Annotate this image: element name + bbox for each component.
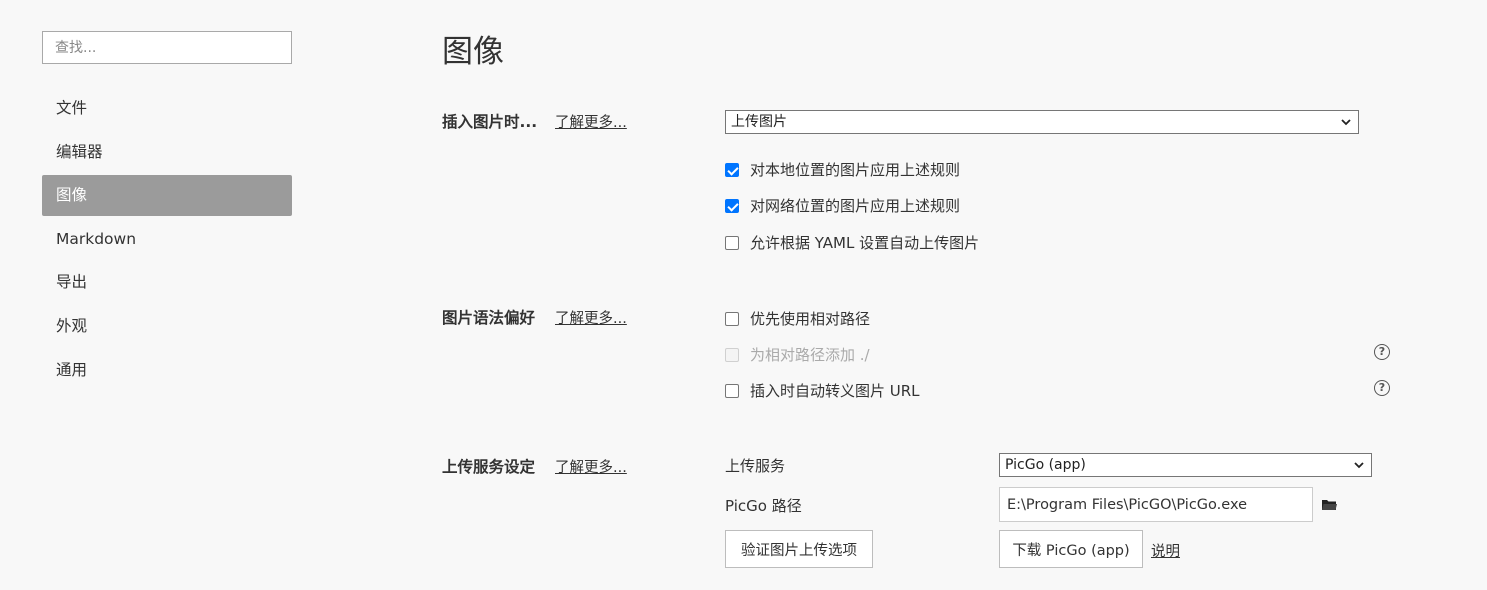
prefer-relative-label: 优先使用相对路径 (750, 310, 871, 328)
sidebar-item-general[interactable]: 通用 (42, 350, 292, 391)
prefer-relative-checkbox[interactable] (725, 311, 739, 326)
help-link[interactable]: 说明 (1151, 540, 1180, 561)
verify-upload-button[interactable]: 验证图片上传选项 (725, 530, 873, 568)
download-picgo-button[interactable]: 下载 PicGo (app) (999, 530, 1143, 568)
insert-learn-more-link[interactable]: 了解更多... (555, 111, 627, 132)
sidebar-nav: 文件 编辑器 图像 Markdown 导出 外观 通用 (42, 88, 292, 393)
escape-url-label: 插入时自动转义图片 URL (750, 382, 920, 400)
add-dot-slash-checkbox-row: 为相对路径添加 ./ (725, 344, 870, 365)
upload-section-label: 上传服务设定 (442, 458, 536, 476)
escape-url-checkbox-row[interactable]: 插入时自动转义图片 URL (725, 380, 920, 401)
yaml-upload-label: 允许根据 YAML 设置自动上传图片 (750, 234, 980, 252)
apply-network-checkbox-row[interactable]: 对网络位置的图片应用上述规则 (725, 195, 960, 216)
upload-service-value: PicGo (app) (1005, 457, 1086, 473)
yaml-upload-checkbox[interactable] (725, 235, 739, 250)
insert-action-select[interactable]: 上传图片 (725, 110, 1359, 134)
upload-service-label: 上传服务 (725, 457, 786, 475)
folder-icon[interactable] (1322, 499, 1337, 511)
yaml-upload-checkbox-row[interactable]: 允许根据 YAML 设置自动上传图片 (725, 232, 979, 253)
prefer-relative-checkbox-row[interactable]: 优先使用相对路径 (725, 308, 870, 329)
sidebar-item-editor[interactable]: 编辑器 (42, 132, 292, 173)
apply-network-label: 对网络位置的图片应用上述规则 (750, 197, 961, 215)
picgo-path-input[interactable] (999, 487, 1313, 522)
upload-learn-more-link[interactable]: 了解更多... (555, 456, 627, 477)
question-icon[interactable]: ? (1374, 380, 1390, 396)
add-dot-slash-label: 为相对路径添加 ./ (750, 346, 870, 364)
syntax-learn-more-link[interactable]: 了解更多... (555, 307, 627, 328)
insert-section-label: 插入图片时... (442, 113, 538, 131)
sidebar-item-markdown[interactable]: Markdown (42, 219, 292, 260)
sidebar-item-export[interactable]: 导出 (42, 262, 292, 303)
chevron-down-icon (1354, 462, 1364, 469)
page-title: 图像 (442, 34, 504, 70)
picgo-path-label: PicGo 路径 (725, 497, 802, 515)
add-dot-slash-checkbox (725, 347, 739, 362)
question-icon[interactable]: ? (1374, 344, 1390, 360)
sidebar-item-image[interactable]: 图像 (42, 175, 292, 217)
chevron-down-icon (1341, 119, 1351, 126)
sidebar-item-appearance[interactable]: 外观 (42, 306, 292, 347)
insert-action-value: 上传图片 (731, 114, 787, 130)
escape-url-checkbox[interactable] (725, 383, 739, 398)
apply-local-checkbox-row[interactable]: 对本地位置的图片应用上述规则 (725, 159, 960, 180)
apply-local-label: 对本地位置的图片应用上述规则 (750, 161, 961, 179)
sidebar-item-file[interactable]: 文件 (42, 88, 292, 129)
search-input[interactable] (42, 31, 292, 64)
syntax-section-label: 图片语法偏好 (442, 309, 536, 327)
apply-local-checkbox[interactable] (725, 162, 739, 177)
apply-network-checkbox[interactable] (725, 198, 739, 213)
upload-service-select[interactable]: PicGo (app) (999, 453, 1372, 477)
